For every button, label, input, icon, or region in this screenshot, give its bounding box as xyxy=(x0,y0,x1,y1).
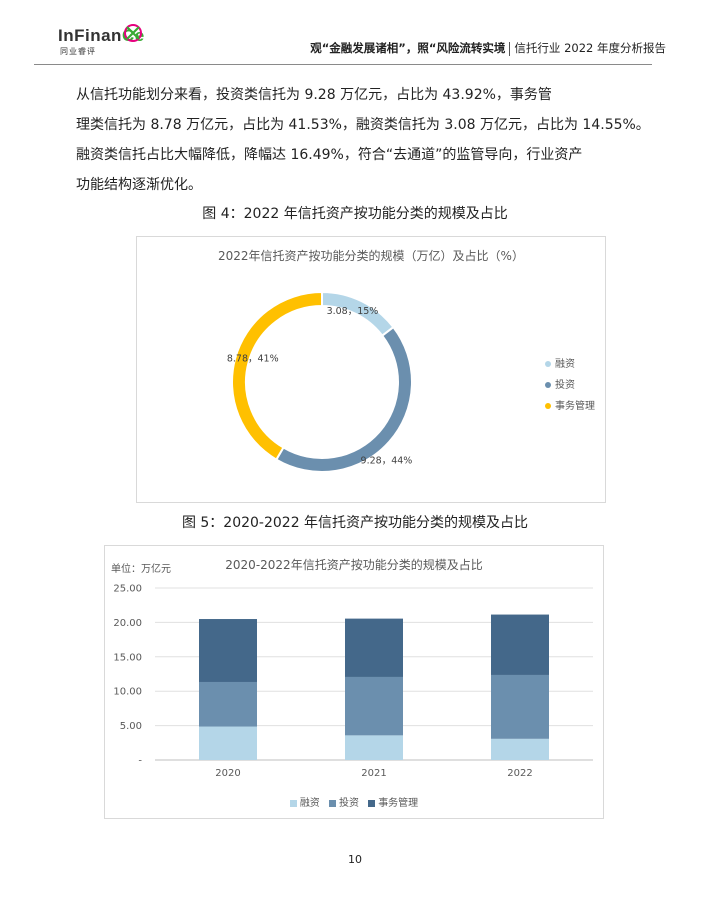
x-tick-label: 2020 xyxy=(215,768,240,779)
report-slogan: 观“金融发展诸相”，照“风险流转实境 xyxy=(310,41,506,55)
donut-slice-1 xyxy=(274,325,413,473)
legend-item-rongzi: 融资 xyxy=(545,355,595,370)
bar-segment-1 xyxy=(199,681,257,727)
bar-svg: 25.00 20.00 15.00 10.00 5.00 - 2020 2021 2022 xyxy=(113,584,593,779)
legend-item-rongzi: 融资 xyxy=(289,794,320,809)
bar-segment-0 xyxy=(491,738,549,760)
figure-5-caption: 图 5：2020-2022 年信托资产按功能分类的规模及占比 xyxy=(181,515,529,531)
donut-chart: 2022年信托资产按功能分类的规模（万亿）及占比（%） 3.08，15% 9.28… xyxy=(136,236,606,503)
legend-item-touzi: 投资 xyxy=(329,794,359,809)
bar-segment-1 xyxy=(491,674,549,739)
bar-segment-0 xyxy=(345,735,403,760)
body-paragraph: 从信托功能划分来看，投资类信托为 9.28 万亿元，占比为 43.92%，事务管… xyxy=(76,80,650,200)
legend-item-touzi: 投资 xyxy=(545,376,595,391)
bar-segment-2 xyxy=(345,618,403,677)
y-tick-label: - xyxy=(138,756,142,767)
logo-mark-icon xyxy=(124,24,142,42)
donut-data-label: 3.08，15% xyxy=(327,306,379,317)
header-divider xyxy=(34,64,652,65)
x-tick-label: 2021 xyxy=(361,768,386,779)
logo-subtitle: 同业睿评 xyxy=(60,47,96,56)
y-tick-label: 15.00 xyxy=(113,652,142,663)
y-tick-label: 5.00 xyxy=(120,721,142,732)
paragraph-line: 从信托功能划分来看，投资类信托为 9.28 万亿元，占比为 43.92%，事务管 xyxy=(76,87,552,103)
bar-segment-0 xyxy=(199,726,257,760)
figure-4-caption: 图 4：2022 年信托资产按功能分类的规模及占比 xyxy=(202,206,508,222)
donut-svg: 3.08，15% 9.28，44% 8.78，41% xyxy=(227,290,413,473)
donut-legend: 融资 投资 事务管理 xyxy=(545,355,595,418)
bar-segment-2 xyxy=(491,614,549,675)
bar-legend: 融资 投资 事务管理 xyxy=(105,794,603,809)
paragraph-line: 功能结构逐渐优化。 xyxy=(76,177,202,193)
report-title: 观“金融发展诸相”，照“风险流转实境 信托行业 2022 年度分析报告 xyxy=(310,40,666,56)
page-number: 10 xyxy=(348,853,362,866)
donut-data-label: 8.78，41% xyxy=(227,353,279,364)
legend-item-shiwu: 事务管理 xyxy=(545,397,595,412)
header-separator xyxy=(509,41,511,56)
x-tick-label: 2022 xyxy=(507,768,532,779)
paragraph-line: 融资类信托占比大幅降低，降幅达 16.49%，符合“去通道”的监管导向，行业资产 xyxy=(76,147,583,163)
y-tick-label: 10.00 xyxy=(113,687,142,698)
donut-data-label: 9.28，44% xyxy=(361,456,413,467)
paragraph-line: 理类信托为 8.78 万亿元，占比为 41.53%，融资类信托为 3.08 万亿… xyxy=(76,117,650,133)
bar-segment-2 xyxy=(199,619,257,682)
stacked-bar-chart: 单位：万亿元 2020-2022年信托资产按功能分类的规模及占比 25.00 20… xyxy=(104,545,604,819)
report-name: 信托行业 2022 年度分析报告 xyxy=(514,41,666,55)
page-header: InFinanCe 同业睿评 观“金融发展诸相”，照“风险流转实境 信托行业 20… xyxy=(0,0,710,66)
y-tick-label: 20.00 xyxy=(113,618,142,629)
donut-slice-2 xyxy=(231,290,323,461)
infinance-logo: InFinanCe 同业睿评 xyxy=(58,20,148,60)
bar-segment-1 xyxy=(345,676,403,736)
legend-item-shiwu: 事务管理 xyxy=(368,794,418,809)
y-tick-label: 25.00 xyxy=(113,584,142,595)
